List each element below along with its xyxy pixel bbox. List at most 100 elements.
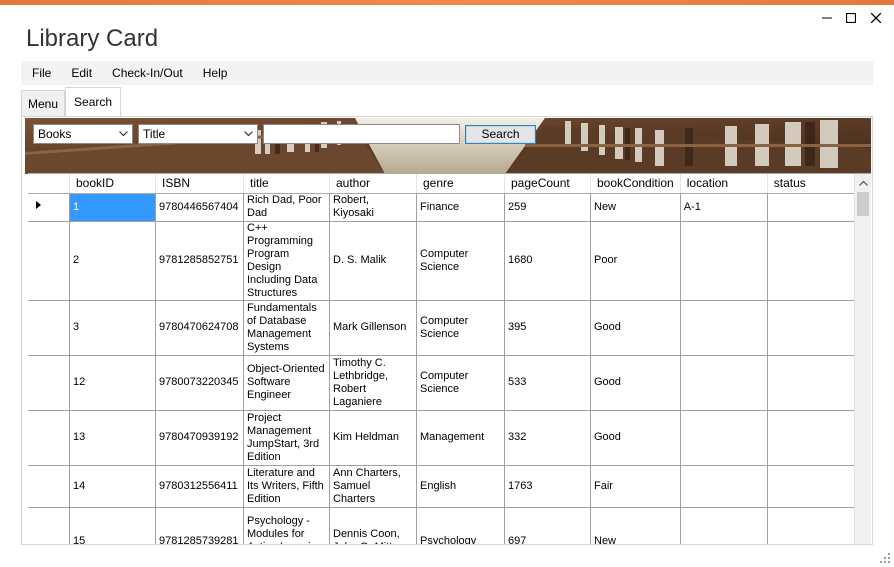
row-selector[interactable]	[28, 193, 70, 222]
column-header[interactable]: pageCount	[504, 174, 591, 194]
menu-check-in-out[interactable]: Check-In/Out	[102, 61, 193, 85]
table-cell-pageCount[interactable]: 697	[504, 507, 591, 544]
row-selector[interactable]	[28, 355, 70, 411]
table-cell-author[interactable]: Kim Heldman	[329, 410, 417, 466]
column-header[interactable]: author	[329, 174, 417, 194]
table-cell-status[interactable]	[767, 507, 857, 544]
table-cell-pageCount[interactable]: 332	[504, 410, 591, 466]
table-cell-genre[interactable]: Finance	[416, 193, 505, 222]
table-row[interactable]: 15 9781285739281 Psychology - Modules for …	[28, 507, 857, 544]
table-cell-pageCount[interactable]: 395	[504, 300, 591, 356]
table-cell-author[interactable]: Dennis Coon, John O. Mitterer	[329, 507, 417, 544]
table-cell-ISBN[interactable]: 9781285852751	[155, 221, 244, 301]
search-button[interactable]: Search	[465, 124, 536, 144]
table-cell-title[interactable]: Object-Oriented Software Engineer	[243, 355, 330, 411]
table-cell-title[interactable]: Rich Dad, Poor Dad	[243, 193, 330, 222]
column-header[interactable]: title	[243, 174, 330, 194]
table-cell-bookCondition[interactable]: New	[590, 193, 681, 222]
table-cell-bookCondition[interactable]: Good	[590, 300, 681, 356]
table-cell-genre[interactable]: Computer Science	[416, 300, 505, 356]
row-selector[interactable]	[28, 221, 70, 301]
table-row[interactable]: 3 9780470624708 Fundamentals of Database M…	[28, 300, 857, 356]
table-cell-ISBN[interactable]: 9780470939192	[155, 410, 244, 466]
resize-grip-icon[interactable]	[880, 553, 890, 563]
table-cell-pageCount[interactable]: 1680	[504, 221, 591, 301]
search-input[interactable]	[263, 124, 460, 144]
row-selector[interactable]	[28, 300, 70, 356]
table-row[interactable]: 12 9780073220345 Object-Oriented Software …	[28, 355, 857, 411]
table-row[interactable]: 13 9780470939192 Project Management JumpSt…	[28, 410, 857, 466]
table-cell-location[interactable]	[680, 507, 768, 544]
scrollbar-thumb[interactable]	[857, 192, 869, 216]
table-cell-bookCondition[interactable]: New	[590, 507, 681, 544]
table-cell-genre[interactable]: English	[416, 465, 505, 508]
table-cell-location[interactable]: A-1	[680, 193, 768, 222]
scroll-up-button[interactable]	[855, 174, 871, 191]
row-selector[interactable]	[28, 410, 70, 466]
category-select[interactable]: Books	[33, 124, 133, 144]
table-cell-title[interactable]: Project Management JumpStart, 3rd Editio…	[243, 410, 330, 466]
tab-search[interactable]: Search	[65, 87, 122, 118]
table-cell-location[interactable]	[680, 465, 768, 508]
table-row[interactable]: 14 9780312556411 Literature and Its Writer…	[28, 465, 857, 508]
column-header[interactable]: bookID	[69, 174, 156, 194]
table-cell-status[interactable]	[767, 355, 857, 411]
tab-menu[interactable]: Menu	[21, 90, 66, 117]
table-cell-title[interactable]: Fundamentals of Database Management Syst…	[243, 300, 330, 356]
column-header[interactable]: status	[767, 174, 857, 194]
table-cell-bookID[interactable]: 13	[69, 410, 156, 466]
table-cell-author[interactable]: Robert, Kiyosaki	[329, 193, 417, 222]
table-cell-bookID[interactable]: 14	[69, 465, 156, 508]
table-row[interactable]: 1 9780446567404 Rich Dad, Poor Dad Robert, …	[28, 193, 857, 222]
table-cell-status[interactable]	[767, 465, 857, 508]
table-cell-title[interactable]: C++ Programming Program Design Including…	[243, 221, 330, 301]
table-row[interactable]: 2 9781285852751 C++ Programming Program De…	[28, 221, 857, 301]
table-cell-bookID[interactable]: 3	[69, 300, 156, 356]
column-header[interactable]: genre	[416, 174, 505, 194]
table-cell-bookCondition[interactable]: Good	[590, 410, 681, 466]
table-cell-pageCount[interactable]: 259	[504, 193, 591, 222]
table-cell-location[interactable]	[680, 410, 768, 466]
column-header[interactable]: location	[680, 174, 768, 194]
field-select[interactable]: Title	[138, 124, 258, 144]
table-cell-bookID[interactable]: 2	[69, 221, 156, 301]
table-cell-status[interactable]	[767, 221, 857, 301]
maximize-button[interactable]	[841, 9, 861, 27]
table-cell-author[interactable]: Ann Charters, Samuel Charters	[329, 465, 417, 508]
table-cell-author[interactable]: Timothy C. Lethbridge, Robert Laganiere	[329, 355, 417, 411]
table-cell-location[interactable]	[680, 300, 768, 356]
table-cell-bookID[interactable]: 12	[69, 355, 156, 411]
table-cell-ISBN[interactable]: 9780073220345	[155, 355, 244, 411]
table-cell-location[interactable]	[680, 221, 768, 301]
table-cell-pageCount[interactable]: 533	[504, 355, 591, 411]
table-cell-pageCount[interactable]: 1763	[504, 465, 591, 508]
menu-help[interactable]: Help	[193, 61, 238, 85]
table-cell-status[interactable]	[767, 193, 857, 222]
table-cell-author[interactable]: D. S. Malik	[329, 221, 417, 301]
table-cell-bookCondition[interactable]: Poor	[590, 221, 681, 301]
results-grid[interactable]: bookID ISBN title author genre pageCount…	[28, 173, 871, 544]
column-header[interactable]: bookCondition	[590, 174, 681, 194]
menu-edit[interactable]: Edit	[61, 61, 102, 85]
table-cell-genre[interactable]: Management	[416, 410, 505, 466]
table-cell-genre[interactable]: Computer Science	[416, 221, 505, 301]
table-cell-title[interactable]: Literature and Its Writers, Fifth Editio…	[243, 465, 330, 508]
table-cell-location[interactable]	[680, 355, 768, 411]
close-button[interactable]	[866, 9, 886, 27]
table-cell-ISBN[interactable]: 9780470624708	[155, 300, 244, 356]
row-selector[interactable]	[28, 507, 70, 544]
table-cell-ISBN[interactable]: 9781285739281	[155, 507, 244, 544]
table-cell-status[interactable]	[767, 410, 857, 466]
table-cell-bookCondition[interactable]: Good	[590, 355, 681, 411]
column-header[interactable]: ISBN	[155, 174, 244, 194]
table-cell-ISBN[interactable]: 9780446567404	[155, 193, 244, 222]
table-cell-bookCondition[interactable]: Fair	[590, 465, 681, 508]
minimize-button[interactable]	[817, 9, 837, 27]
table-cell-status[interactable]	[767, 300, 857, 356]
vertical-scrollbar[interactable]	[854, 174, 871, 544]
table-cell-genre[interactable]: Psychology	[416, 507, 505, 544]
table-cell-author[interactable]: Mark Gillenson	[329, 300, 417, 356]
table-cell-bookID[interactable]: 1	[69, 193, 156, 222]
row-selector[interactable]	[28, 465, 70, 508]
table-cell-ISBN[interactable]: 9780312556411	[155, 465, 244, 508]
